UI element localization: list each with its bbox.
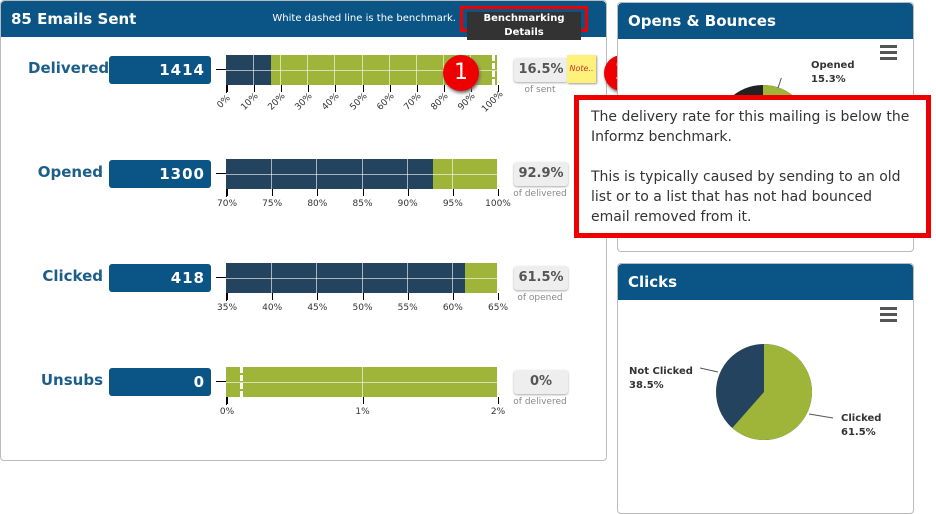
row-label-delivered: Delivered xyxy=(28,59,110,77)
tick-label: 0% xyxy=(219,407,235,417)
axis: 70% 75% 80% 85% 90% 95% 100% xyxy=(217,189,511,209)
not-clicked-label: Not Clicked 38.5% xyxy=(629,366,693,391)
tick-label: 65% xyxy=(487,303,509,313)
panel-title: Opens & Bounces xyxy=(618,3,913,39)
percent-subtext: of opened xyxy=(517,293,563,303)
tick-label: 35% xyxy=(216,303,238,313)
progress-bar-opened xyxy=(226,159,497,189)
tick-label: 95% xyxy=(442,199,463,209)
row-label-unsubs: Unsubs xyxy=(40,371,103,389)
clicks-panel: Clicks Not Clicked 38.5% Clicked 61.5% xyxy=(617,263,914,514)
tick-label: 60% xyxy=(442,303,463,313)
row-label-clicked: Clicked xyxy=(42,267,103,285)
progress-bar-unsubs xyxy=(226,367,497,397)
row-label-opened: Opened xyxy=(37,163,103,181)
tick-label: 2% xyxy=(490,407,506,417)
benchmark-line xyxy=(491,55,495,85)
clicked-label: Clicked 61.5% xyxy=(841,413,882,438)
tick-label: 40% xyxy=(262,303,283,313)
count-box: 0 xyxy=(109,368,211,396)
tick-label: 85% xyxy=(352,199,373,209)
chart-menu-icon[interactable] xyxy=(880,45,897,63)
tick-label: 90% xyxy=(397,199,418,209)
tick-label: 50% xyxy=(352,303,373,313)
count-box: 418 xyxy=(109,264,211,292)
opened-label: Opened 15.3% xyxy=(811,60,855,85)
note-icon[interactable]: Note.. xyxy=(567,55,596,83)
benchmark-line xyxy=(239,367,243,397)
tick-label: 1% xyxy=(355,407,370,417)
percent-badge: 16.5% xyxy=(514,58,568,82)
progress-bar-clicked xyxy=(226,263,497,293)
callout-marker-1: 1 xyxy=(443,55,479,91)
percent-badge: 61.5% xyxy=(514,266,568,290)
benchmarking-details-button[interactable]: Benchmarking Details xyxy=(460,6,588,40)
percent-badge: 0% xyxy=(514,370,568,394)
percent-badge: 92.9% xyxy=(514,162,568,186)
tick-label: 70% xyxy=(216,199,238,209)
percent-subtext: of delivered xyxy=(513,397,567,407)
tick-label: 80% xyxy=(307,199,328,209)
tick-label: 100% xyxy=(485,199,511,209)
percent-subtext: of sent xyxy=(524,85,556,95)
tick-label: 55% xyxy=(397,303,418,313)
count-box: 1300 xyxy=(109,160,211,188)
tick-label: 45% xyxy=(307,303,328,313)
tick-label: 75% xyxy=(262,199,283,209)
count-box: 1414 xyxy=(109,56,211,84)
axis: 35% 40% 45% 50% 55% 60% 65% xyxy=(217,293,508,313)
benchmark-note: White dashed line is the benchmark. xyxy=(272,13,456,24)
delivery-tooltip: The delivery rate for this mailing is be… xyxy=(574,95,931,238)
axis: 0% 1% 2% xyxy=(220,397,505,417)
percent-subtext: of delivered xyxy=(513,189,567,199)
